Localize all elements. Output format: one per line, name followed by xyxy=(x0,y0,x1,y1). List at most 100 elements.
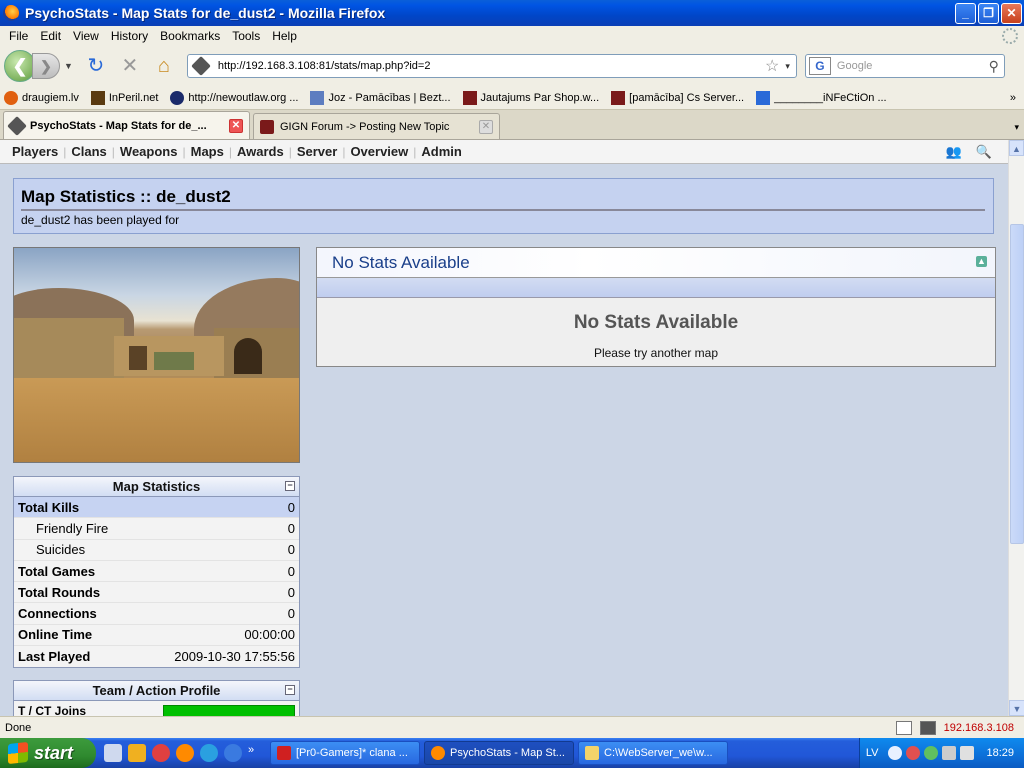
scroll-thumb[interactable] xyxy=(1010,224,1024,544)
search-box[interactable]: G Google ⚲ xyxy=(804,54,1005,78)
tray-expand-icon[interactable] xyxy=(888,746,903,760)
stat-row: Connections 0 xyxy=(14,603,299,625)
tab-close-button[interactable]: ✕ xyxy=(229,118,243,133)
nav-clans[interactable]: Clans xyxy=(67,144,110,159)
tray-app-icon[interactable] xyxy=(924,746,939,760)
close-window-button[interactable]: ✕ xyxy=(1001,2,1022,24)
bookmark-item[interactable]: Joz - Pamācības | Bezt... xyxy=(310,90,451,105)
scroll-top-icon[interactable]: ▲ xyxy=(976,256,987,267)
stat-row: Online Time 00:00:00 xyxy=(14,625,299,647)
users-icon[interactable]: 👥 xyxy=(946,144,962,160)
bookmark-item[interactable]: ________iNFeCtiOn ... xyxy=(756,90,887,105)
bookmark-item[interactable]: draugiem.lv xyxy=(4,90,79,105)
bookmark-item[interactable]: http://newoutlaw.org ... xyxy=(170,90,298,105)
stat-label: Total Rounds xyxy=(18,584,101,600)
network-icon[interactable] xyxy=(942,746,957,760)
bookmark-favicon-icon xyxy=(611,90,626,105)
nav-players[interactable]: Players xyxy=(8,144,62,159)
stat-value: 0 xyxy=(287,520,295,536)
url-text[interactable]: http://192.168.3.108:81/stats/map.php?id… xyxy=(214,60,765,72)
menu-edit[interactable]: Edit xyxy=(34,29,67,43)
stat-label: Suicides xyxy=(36,542,86,558)
tab-strip: PsychoStats - Map Stats for de_... ✕ GIG… xyxy=(0,110,1024,140)
search-icon[interactable]: 🔍 xyxy=(976,144,992,160)
bookmark-star-icon[interactable]: ☆ xyxy=(765,56,779,76)
search-icon[interactable]: ⚲ xyxy=(989,58,999,75)
task-app-icon xyxy=(277,746,291,760)
url-dropdown-icon[interactable]: ▾ xyxy=(785,61,790,72)
start-button[interactable]: start xyxy=(0,738,96,768)
scroll-up-button[interactable]: ▲ xyxy=(1009,140,1024,156)
status-addon-icon[interactable] xyxy=(895,720,912,735)
team-joins-label: T / CT Joins xyxy=(18,703,87,717)
stat-row: Suicides 0 xyxy=(14,540,299,561)
bookmark-item[interactable]: Jautajums Par Shop.w... xyxy=(462,90,599,105)
url-bar[interactable]: http://192.168.3.108:81/stats/map.php?id… xyxy=(186,54,797,78)
folder-icon xyxy=(585,746,599,760)
winamp-icon[interactable] xyxy=(128,744,146,762)
stat-row: Last Played 2009-10-30 17:55:56 xyxy=(14,646,299,667)
menu-view[interactable]: View xyxy=(67,29,105,43)
taskbar-item[interactable]: C:\WebServer_we\w... xyxy=(578,741,728,765)
quick-launch: » xyxy=(104,744,266,762)
stat-label: Friendly Fire xyxy=(36,520,109,536)
menu-history[interactable]: History xyxy=(105,29,154,43)
nav-maps[interactable]: Maps xyxy=(187,144,228,159)
minimize-button[interactable]: _ xyxy=(955,2,976,24)
bookmark-favicon-icon xyxy=(462,90,477,105)
nav-weapons[interactable]: Weapons xyxy=(116,144,182,159)
maximize-button[interactable]: ❐ xyxy=(978,2,999,24)
page-scrollbar[interactable]: ▲ ▼ xyxy=(1008,140,1024,716)
taskbar-item-active[interactable]: PsychoStats - Map St... xyxy=(424,741,574,765)
internet-explorer-icon[interactable] xyxy=(224,744,242,762)
nav-admin[interactable]: Admin xyxy=(417,144,465,159)
menu-tools[interactable]: Tools xyxy=(226,29,266,43)
status-addon-icon[interactable] xyxy=(919,720,936,735)
task-label: C:\WebServer_we\w... xyxy=(604,747,713,759)
show-desktop-icon[interactable] xyxy=(104,744,122,762)
bookmark-label: draugiem.lv xyxy=(22,91,79,104)
media-player-icon[interactable] xyxy=(152,744,170,762)
site-identity-icon[interactable] xyxy=(191,56,211,76)
tab-gign-forum[interactable]: GIGN Forum -> Posting New Topic ✕ xyxy=(253,113,500,139)
taskbar-item[interactable]: [Pr0-Gamers]* clana ... xyxy=(270,741,420,765)
bookmark-item[interactable]: InPeril.net xyxy=(90,90,158,105)
nav-overview[interactable]: Overview xyxy=(346,144,412,159)
reload-button[interactable]: ↻ xyxy=(83,53,109,79)
skype-icon[interactable] xyxy=(200,744,218,762)
tab-psychostats[interactable]: PsychoStats - Map Stats for de_... ✕ xyxy=(3,111,250,139)
bookmarks-overflow-button[interactable]: » xyxy=(1010,92,1016,104)
collapse-icon[interactable]: − xyxy=(285,685,295,695)
menu-help[interactable]: Help xyxy=(266,29,303,43)
stat-value: 0 xyxy=(287,563,295,579)
history-dropdown-icon[interactable]: ▼ xyxy=(64,61,73,71)
stop-button[interactable]: ✕ xyxy=(117,53,143,79)
tab-list-dropdown-icon[interactable]: ▾ xyxy=(1014,122,1019,133)
menu-file[interactable]: File xyxy=(3,29,34,43)
tray-app-icon[interactable] xyxy=(906,746,921,760)
quick-launch-more[interactable]: » xyxy=(248,744,260,762)
search-engine-icon[interactable]: G xyxy=(808,57,831,75)
stat-row: Total Games 0 xyxy=(14,561,299,583)
language-indicator[interactable]: LV xyxy=(866,747,879,759)
status-bar: Done 192.168.3.108 xyxy=(0,716,1024,738)
home-button[interactable]: ⌂ xyxy=(151,53,177,79)
page-viewport: Players | Clans | Weapons | Maps | Awards | S… xyxy=(0,140,1008,716)
system-tray: LV 18:29 xyxy=(858,738,1024,768)
forward-button[interactable]: ❯ xyxy=(32,53,60,79)
nav-server[interactable]: Server xyxy=(293,144,341,159)
page-title: Map Statistics :: de_dust2 xyxy=(21,187,985,211)
image-detail xyxy=(14,378,299,462)
scroll-down-button[interactable]: ▼ xyxy=(1009,700,1024,716)
bookmark-label: [pamācība] Cs Server... xyxy=(629,91,745,104)
clock: 18:29 xyxy=(986,747,1014,759)
collapse-icon[interactable]: − xyxy=(285,481,295,491)
search-input[interactable]: Google xyxy=(831,60,989,72)
tab-close-button[interactable]: ✕ xyxy=(479,119,493,134)
volume-icon[interactable] xyxy=(960,746,975,760)
menu-bookmarks[interactable]: Bookmarks xyxy=(154,29,226,43)
bookmark-item[interactable]: [pamācība] Cs Server... xyxy=(611,90,745,105)
no-stats-hint: Please try another map xyxy=(593,346,719,360)
nav-awards[interactable]: Awards xyxy=(233,144,288,159)
firefox-icon[interactable] xyxy=(176,744,194,762)
